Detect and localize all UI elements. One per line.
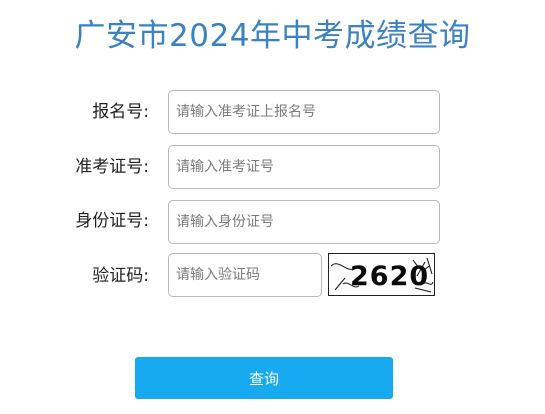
captcha-input[interactable] <box>168 253 322 297</box>
registration-number-label: 报名号: <box>92 102 149 122</box>
id-number-label: 身份证号: <box>75 211 149 231</box>
registration-number-input[interactable] <box>168 90 440 134</box>
page-title: 广安市2024年中考成绩查询 <box>74 18 471 54</box>
query-button[interactable]: 查询 <box>135 357 393 399</box>
captcha-image[interactable]: 2620 <box>328 253 435 296</box>
admission-ticket-input[interactable] <box>168 145 440 189</box>
captcha-code-text: 2620 <box>350 261 429 292</box>
id-number-input[interactable] <box>168 200 440 244</box>
admission-ticket-label: 准考证号: <box>75 157 149 177</box>
captcha-label: 验证码: <box>92 266 149 286</box>
